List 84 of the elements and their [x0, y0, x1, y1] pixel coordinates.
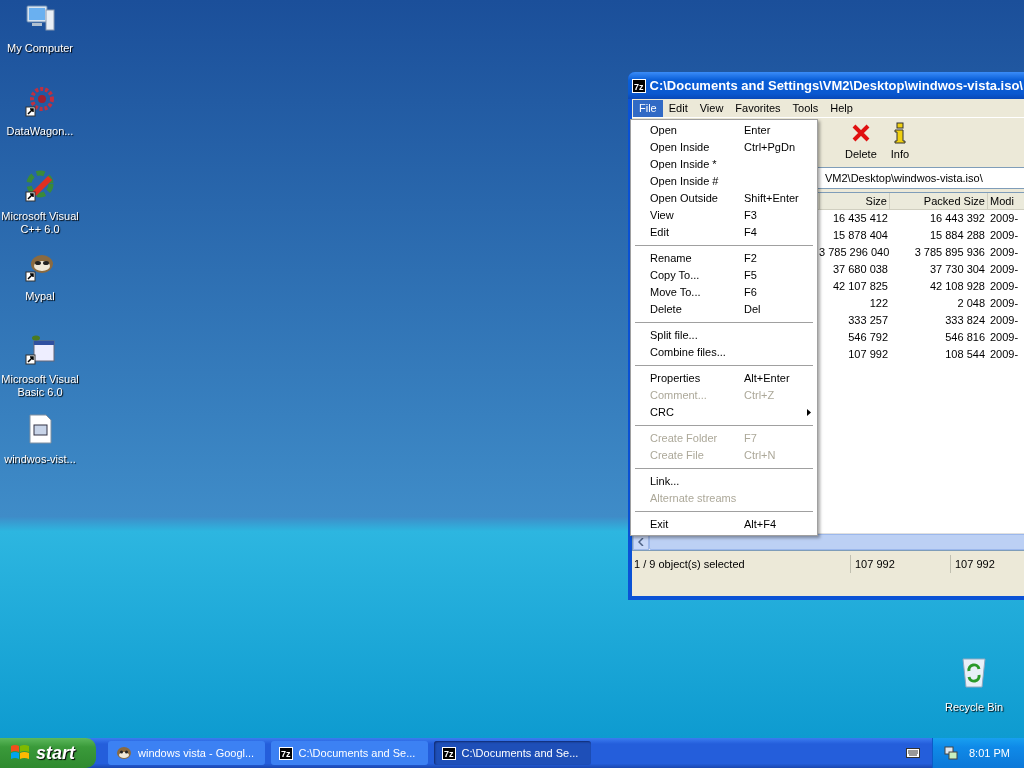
table-cell-text: 2009-	[989, 313, 1020, 328]
table-cell-text: 42 107 825	[831, 279, 889, 294]
table-cell-text: 333 824	[944, 313, 986, 328]
menu-item[interactable]: Copy To... F5	[631, 267, 817, 284]
table-cell-text: 2009-	[989, 228, 1020, 243]
table-cell-text: 2009-	[989, 347, 1020, 362]
table-cell-text: 108 544	[944, 347, 986, 362]
table-cell-text: 15 878 404	[831, 228, 889, 243]
menu-item[interactable]: Open Enter	[631, 122, 817, 139]
table-cell-text: 15 884 288	[928, 228, 986, 243]
table-cell-text: 2009-	[989, 279, 1020, 294]
column-header[interactable]: Modi	[987, 193, 1024, 209]
keyboard-icon[interactable]	[906, 748, 920, 758]
info-icon	[892, 121, 907, 144]
column-header[interactable]: Packed Size	[889, 193, 987, 209]
app-icon: 7z	[279, 746, 293, 760]
table-cell-text: 2009-	[989, 211, 1020, 226]
clock: 8:01 PM	[969, 745, 1010, 761]
menu-item[interactable]: Open Inside Ctrl+PgDn	[631, 139, 817, 156]
windows-flag-icon	[10, 744, 30, 762]
icon-label[interactable]: windwos-vist...	[4, 453, 76, 466]
icon-label[interactable]: Microsoft Visual Basic 6.0	[0, 373, 80, 399]
menu-item[interactable]: Help	[824, 99, 859, 117]
table-cell-text: 2009-	[989, 330, 1020, 345]
table-cell-text: 333 257	[847, 313, 889, 328]
icon-label[interactable]: Mypal	[25, 290, 55, 303]
table-cell-text: 37 680 038	[831, 262, 889, 277]
app-icon: 7z	[632, 78, 646, 93]
column-header[interactable]: Size	[819, 193, 889, 209]
table-cell-text: 2009-	[989, 245, 1020, 260]
menu-item[interactable]: Rename F2	[631, 250, 817, 267]
status-text: 1 / 9 object(s) selected	[633, 557, 746, 572]
menu-item[interactable]: View	[693, 99, 730, 117]
start-button[interactable]: start	[0, 738, 96, 768]
icon-label[interactable]: Microsoft Visual C++ 6.0	[0, 210, 80, 236]
table-cell-text: 2009-	[989, 262, 1020, 277]
taskbar-button[interactable]: windows vista - Googl...	[108, 741, 265, 765]
network-icon[interactable]	[943, 745, 959, 761]
menu-item[interactable]: Open Outside Shift+Enter	[631, 190, 817, 207]
menu-item[interactable]: View F3	[631, 207, 817, 224]
table-cell-text: 37 730 304	[928, 262, 986, 277]
taskbar-button[interactable]: 7z C:\Documents and Se...	[271, 741, 428, 765]
delete-icon	[850, 122, 871, 143]
status-text: 107 992	[850, 555, 950, 573]
icon-label[interactable]: DataWagon...	[6, 125, 74, 138]
toolbar-button[interactable]: Delete	[845, 121, 877, 162]
menu-item[interactable]: Delete Del	[631, 301, 817, 318]
status-text: 107 992	[950, 555, 1024, 573]
raccoon-icon	[116, 746, 132, 760]
menu-item[interactable]: Favorites	[729, 99, 787, 117]
table-cell-text: 2 048	[956, 296, 986, 311]
menu-item[interactable]: File	[633, 99, 663, 117]
colored-shape-icon[interactable]	[24, 170, 56, 202]
icon-label[interactable]: My Computer	[7, 42, 73, 55]
menu-item[interactable]: CRC	[631, 404, 817, 421]
submenu-arrow-icon	[807, 409, 811, 416]
gear-icon[interactable]	[24, 85, 56, 117]
table-cell-text: 546 792	[847, 330, 889, 345]
table-cell-text: 16 443 392	[928, 211, 986, 226]
toolbar-button[interactable]: Info	[890, 121, 910, 162]
menu-item[interactable]: Exit Alt+F4	[631, 516, 817, 533]
app-icon: 7z	[442, 746, 456, 760]
table-cell-text: 546 816	[944, 330, 986, 345]
menu-item[interactable]: Move To... F6	[631, 284, 817, 301]
window-title: C:\Documents and Settings\VM2\Desktop\windwos-vista.iso\	[649, 76, 1023, 95]
menu-item[interactable]: Split file...	[631, 327, 817, 344]
menu-item[interactable]: Open Inside *	[631, 156, 817, 173]
menu-item[interactable]: Edit F4	[631, 224, 817, 241]
computer-icon[interactable]	[24, 2, 56, 34]
menu-item[interactable]: Edit	[662, 99, 694, 117]
table-cell-text: 107 992	[847, 347, 889, 362]
menu-item[interactable]: Link...	[631, 473, 817, 490]
table-cell-text: 2009-	[989, 296, 1020, 311]
menu-item[interactable]: Combine files...	[631, 344, 817, 361]
menu-item[interactable]: Properties Alt+Enter	[631, 370, 817, 387]
table-cell-text: 42 108 928	[928, 279, 986, 294]
table-cell-text: 3 785 296 040	[819, 245, 889, 260]
taskbar-button[interactable]: 7z C:\Documents and Se...	[434, 741, 591, 765]
application-icon[interactable]	[24, 333, 56, 365]
table-cell-text: 3 785 895 936	[913, 245, 986, 260]
table-cell-text: 122	[868, 296, 889, 311]
menu-item[interactable]: Tools	[786, 99, 825, 117]
menu-item[interactable]: Open Inside #	[631, 173, 817, 190]
table-cell-text: 16 435 412	[831, 211, 889, 226]
